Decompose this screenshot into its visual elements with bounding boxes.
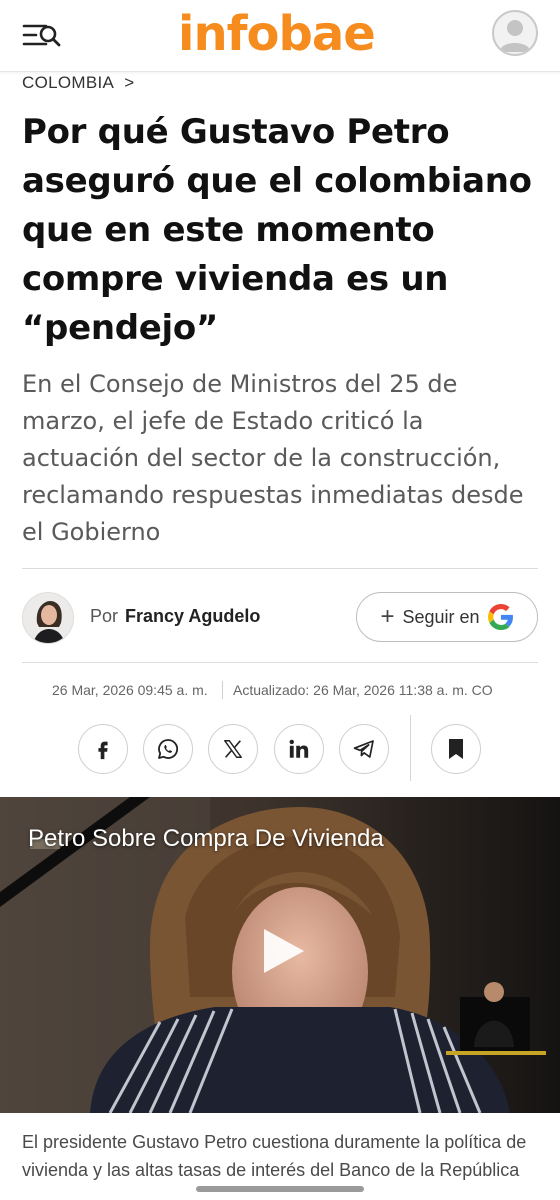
google-g-icon [487, 604, 514, 630]
updated-date: Actualizado: 26 Mar, 2026 11:38 a. m. CO [233, 682, 493, 698]
site-header: infobae [0, 0, 560, 72]
infobae-logo[interactable]: infobae [178, 4, 376, 64]
menu-search-icon[interactable] [22, 20, 62, 52]
published-date: 26 Mar, 2026 09:45 a. m. [52, 682, 208, 698]
linkedin-icon [288, 738, 310, 760]
x-icon [222, 738, 244, 760]
author-avatar[interactable] [22, 592, 74, 644]
bookmark-button[interactable] [431, 724, 481, 774]
share-linkedin-button[interactable] [274, 724, 324, 774]
share-telegram-button[interactable] [339, 724, 389, 774]
whatsapp-icon [156, 737, 180, 761]
divider [22, 568, 538, 569]
telegram-icon [352, 737, 376, 761]
author-by-label: Por [90, 606, 119, 626]
bookmark-icon [447, 738, 465, 760]
chevron-right-icon: > [124, 73, 135, 92]
date-divider [222, 681, 223, 699]
image-caption: El presidente Gustavo Petro cuestiona du… [22, 1132, 527, 1180]
share-facebook-button[interactable] [78, 724, 128, 774]
follow-label: Seguir en [402, 606, 480, 627]
share-whatsapp-button[interactable] [143, 724, 193, 774]
breadcrumb-section[interactable]: COLOMBIA [22, 73, 113, 92]
share-divider [410, 715, 411, 781]
share-x-button[interactable] [208, 724, 258, 774]
article-headline: Por qué Gustavo Petro aseguró que el col… [22, 112, 532, 348]
plus-icon: + [380, 603, 395, 630]
author-name-link[interactable]: Francy Agudelo [125, 605, 260, 627]
divider [22, 662, 538, 663]
follow-on-google-button[interactable]: + Seguir en [356, 592, 538, 642]
video-title: Petro Sobre Compra De Vivienda [28, 825, 384, 852]
facebook-icon [92, 738, 114, 760]
home-indicator[interactable] [196, 1186, 364, 1192]
breadcrumb[interactable]: COLOMBIA > [22, 72, 134, 94]
article-subhead: En el Consejo de Ministros del 25 de mar… [22, 370, 524, 546]
user-avatar-icon[interactable] [492, 10, 538, 56]
